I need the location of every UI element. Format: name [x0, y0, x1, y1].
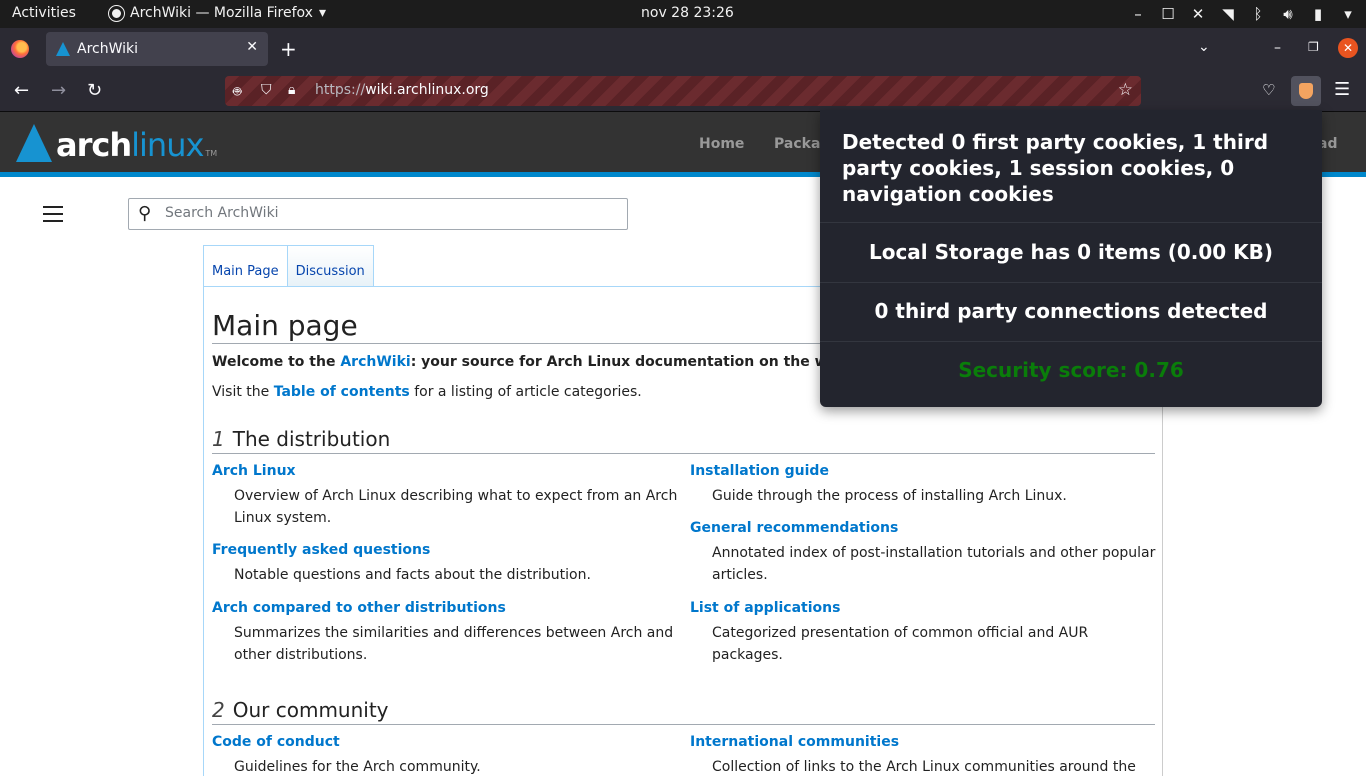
remote-control-icon[interactable]: 🤖︎ — [233, 82, 241, 102]
tab-strip: ArchWiki ✕ + ⌄ – ❐ ✕ — [0, 28, 1366, 70]
new-tab-button[interactable]: + — [280, 37, 297, 61]
close-tab-icon[interactable]: ✕ — [246, 39, 258, 55]
url-domain: wiki.archlinux.org — [365, 82, 489, 98]
article-description: Notable questions and facts about the di… — [234, 567, 591, 583]
main-menu-hamburger-icon[interactable] — [43, 206, 63, 222]
chevron-down-icon[interactable]: ▾ — [1340, 5, 1356, 23]
local-storage-summary: Local Storage has 0 items (0.00 KB) — [868, 240, 1274, 264]
browser-tab[interactable]: ArchWiki ✕ — [46, 32, 268, 66]
welcome-text: Welcome to the ArchWiki: your source for… — [212, 354, 828, 370]
arch-logo-icon — [16, 124, 52, 162]
list-item: Installation guide Guide through the pro… — [690, 463, 1160, 507]
nav-home[interactable]: Home — [699, 136, 744, 152]
article-link[interactable]: Arch compared to other distributions — [212, 600, 682, 616]
arch-favicon-icon — [56, 42, 70, 56]
page-tabs: Main Page Discussion — [203, 245, 374, 287]
minimize-indicator-icon[interactable]: – — [1130, 5, 1146, 23]
article-description: Collection of links to the Arch Linux co… — [712, 759, 1136, 775]
back-button[interactable]: ← — [14, 80, 29, 101]
search-icon: ⚲ — [138, 203, 152, 224]
article-description: Guidelines for the Arch community. — [234, 759, 481, 775]
page-title: Main page — [212, 309, 358, 342]
tracking-protection-shield-icon[interactable]: ⛉ — [261, 82, 272, 98]
window-minimize-button[interactable]: – — [1274, 40, 1281, 56]
app-menu-button[interactable]: ☰ — [1334, 79, 1350, 100]
popup-divider — [820, 282, 1322, 283]
popup-divider — [820, 341, 1322, 342]
logo-trademark: TM — [205, 149, 218, 158]
article-link[interactable]: Installation guide — [690, 463, 1160, 479]
extension-icon — [1299, 83, 1313, 99]
tab-main-page[interactable]: Main Page — [203, 245, 288, 287]
article-description: Categorized presentation of common offic… — [712, 625, 1089, 663]
window-close-button[interactable]: ✕ — [1338, 38, 1358, 58]
archlinux-logo[interactable]: arch linux TM — [16, 122, 217, 162]
maximize-indicator-icon[interactable]: ☐ — [1160, 5, 1176, 23]
lock-icon[interactable]: 🔒︎ — [288, 82, 295, 98]
close-indicator-icon[interactable]: ✕ — [1190, 5, 1206, 23]
bookmark-star-icon[interactable]: ☆ — [1118, 80, 1133, 100]
navigation-toolbar: ← → ↻ 🤖︎ ⛉ 🔒︎ https://wiki.archlinux.org… — [0, 70, 1366, 112]
logo-text-arch: arch — [56, 126, 132, 164]
tab-discussion[interactable]: Discussion — [287, 245, 374, 286]
pocket-icon[interactable]: ♡ — [1262, 81, 1275, 99]
article-link[interactable]: Arch Linux — [212, 463, 682, 479]
search-box[interactable]: ⚲ — [128, 198, 628, 230]
tab-title: ArchWiki — [77, 41, 139, 57]
list-item: Arch compared to other distributions Sum… — [212, 600, 682, 666]
article-description: Overview of Arch Linux describing what t… — [234, 488, 678, 526]
article-link[interactable]: General recommendations — [690, 520, 1160, 536]
privacy-extension-button[interactable] — [1291, 76, 1321, 106]
article-description: Summarizes the similarities and differen… — [234, 625, 674, 663]
url-text[interactable]: https://wiki.archlinux.org — [315, 82, 489, 98]
cookies-summary: Detected 0 first party cookies, 1 third … — [842, 130, 1269, 206]
bluetooth-icon[interactable]: ᛒ — [1250, 5, 1266, 23]
forward-button[interactable]: → — [51, 80, 66, 101]
search-input[interactable] — [165, 205, 605, 221]
system-top-bar: Activities ArchWiki — Mozilla Firefox ▾ … — [0, 0, 1366, 28]
section-heading: 2 Our community — [212, 698, 389, 722]
list-all-tabs-icon[interactable]: ⌄ — [1198, 39, 1210, 55]
reload-button[interactable]: ↻ — [87, 80, 102, 101]
article-link[interactable]: List of applications — [690, 600, 1160, 616]
archwiki-link[interactable]: ArchWiki — [340, 354, 410, 370]
visit-text: Visit the Table of contents for a listin… — [212, 384, 642, 400]
wifi-icon[interactable]: ◥ — [1220, 5, 1236, 23]
list-item: International communities Collection of … — [690, 734, 1160, 778]
app-menu[interactable]: ArchWiki — Mozilla Firefox ▾ — [109, 5, 326, 21]
volume-icon[interactable]: 🔊︎ — [1280, 5, 1296, 23]
app-menu-label: ArchWiki — Mozilla Firefox — [130, 5, 313, 21]
logo-text-linux: linux — [131, 126, 204, 164]
list-item: Arch Linux Overview of Arch Linux descri… — [212, 463, 682, 529]
firefox-view-icon[interactable] — [11, 40, 29, 58]
chevron-down-icon: ▾ — [318, 5, 326, 21]
list-item: Code of conduct Guidelines for the Arch … — [212, 734, 682, 778]
firefox-icon — [109, 5, 124, 21]
clock[interactable]: nov 28 23:26 — [641, 5, 734, 21]
table-of-contents-link[interactable]: Table of contents — [274, 384, 410, 400]
list-item: General recommendations Annotated index … — [690, 520, 1160, 586]
security-score: Security score: 0.76 — [958, 358, 1184, 382]
system-tray[interactable]: – ☐ ✕ ◥ ᛒ 🔊︎ ▮ ▾ — [1130, 5, 1356, 23]
article-description: Annotated index of post-installation tut… — [712, 545, 1156, 583]
battery-icon[interactable]: ▮ — [1310, 5, 1326, 23]
popup-divider — [820, 222, 1322, 223]
url-bar[interactable]: 🤖︎ ⛉ 🔒︎ https://wiki.archlinux.org ☆ — [225, 76, 1141, 106]
article-link[interactable]: Frequently asked questions — [212, 542, 682, 558]
privacy-extension-popup: Detected 0 first party cookies, 1 third … — [820, 110, 1322, 407]
activities-button[interactable]: Activities — [12, 5, 76, 21]
nav-packages[interactable]: Packa — [774, 136, 820, 152]
list-item: List of applications Categorized present… — [690, 600, 1160, 666]
section-divider — [212, 453, 1155, 454]
list-item: Frequently asked questions Notable quest… — [212, 542, 682, 586]
section-divider — [212, 724, 1155, 725]
url-scheme: https:// — [315, 82, 366, 98]
section-heading: 1 The distribution — [212, 427, 391, 451]
article-description: Guide through the process of installing … — [712, 488, 1067, 504]
article-link[interactable]: Code of conduct — [212, 734, 682, 750]
window-restore-button[interactable]: ❐ — [1308, 40, 1319, 54]
article-link[interactable]: International communities — [690, 734, 1160, 750]
third-party-connections-summary: 0 third party connections detected — [874, 299, 1268, 323]
